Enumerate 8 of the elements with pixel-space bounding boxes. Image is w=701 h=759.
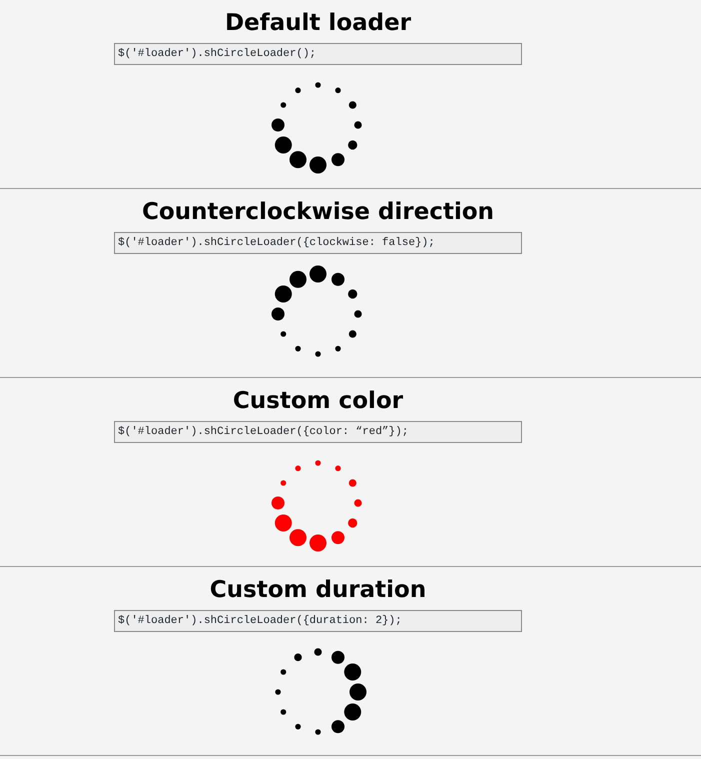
code-snippet: $('#loader').shCircleLoader({duration: 2});: [114, 610, 522, 632]
code-snippet: $('#loader').shCircleLoader({color: “red”});: [114, 421, 522, 443]
section-title: Default loader: [224, 9, 412, 38]
section-title: Custom duration: [210, 576, 426, 605]
code-snippet: $('#loader').shCircleLoader();: [114, 43, 522, 65]
section-title: Custom color: [232, 387, 404, 416]
section-title: Counterclockwise direction: [142, 198, 494, 227]
code-snippet: $('#loader').shCircleLoader({clockwise: false});: [114, 232, 522, 254]
